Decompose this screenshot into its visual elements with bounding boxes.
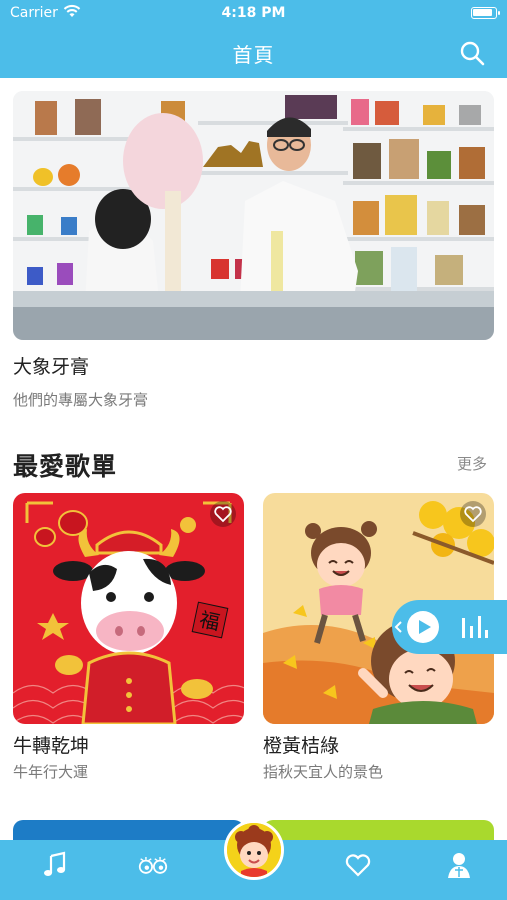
music-note-icon[interactable]	[40, 850, 70, 880]
battery-icon	[471, 7, 500, 19]
heart-icon[interactable]	[460, 501, 486, 527]
equalizer-icon[interactable]	[460, 614, 488, 640]
ox-cartoon-image: 福	[13, 493, 244, 724]
profile-icon[interactable]	[444, 850, 474, 880]
play-icon[interactable]	[406, 610, 440, 644]
lab-scene-image	[13, 91, 494, 340]
featured-video-thumbnail[interactable]	[13, 91, 494, 340]
chevron-left-icon[interactable]	[394, 621, 402, 633]
playlist-title[interactable]: 橙黃桔綠	[263, 731, 339, 758]
playlist-subtitle: 指秋天宜人的景色	[263, 763, 384, 781]
page-title: 首頁	[232, 43, 275, 67]
search-icon[interactable]	[459, 40, 485, 66]
clock: 4:18 PM	[221, 5, 286, 21]
heart-icon[interactable]	[210, 501, 236, 527]
kid-avatar-image	[227, 823, 281, 877]
featured-subtitle: 他們的專屬大象牙膏	[13, 391, 149, 409]
section-title: 最愛歌單	[13, 452, 118, 481]
more-link[interactable]: 更多	[457, 453, 487, 474]
status-bar: Carrier 4:18 PM	[0, 0, 507, 28]
playlist-subtitle: 牛年行大運	[13, 763, 89, 781]
nav-bar: 首頁	[0, 28, 507, 78]
playlist-title[interactable]: 牛轉乾坤	[13, 731, 89, 758]
playlist-card-ox[interactable]: 福	[13, 493, 244, 724]
heart-icon[interactable]	[343, 850, 373, 880]
featured-title[interactable]: 大象牙膏	[13, 352, 89, 379]
floating-player[interactable]	[392, 600, 507, 654]
eyes-icon[interactable]	[138, 850, 168, 880]
avatar[interactable]	[224, 820, 284, 880]
